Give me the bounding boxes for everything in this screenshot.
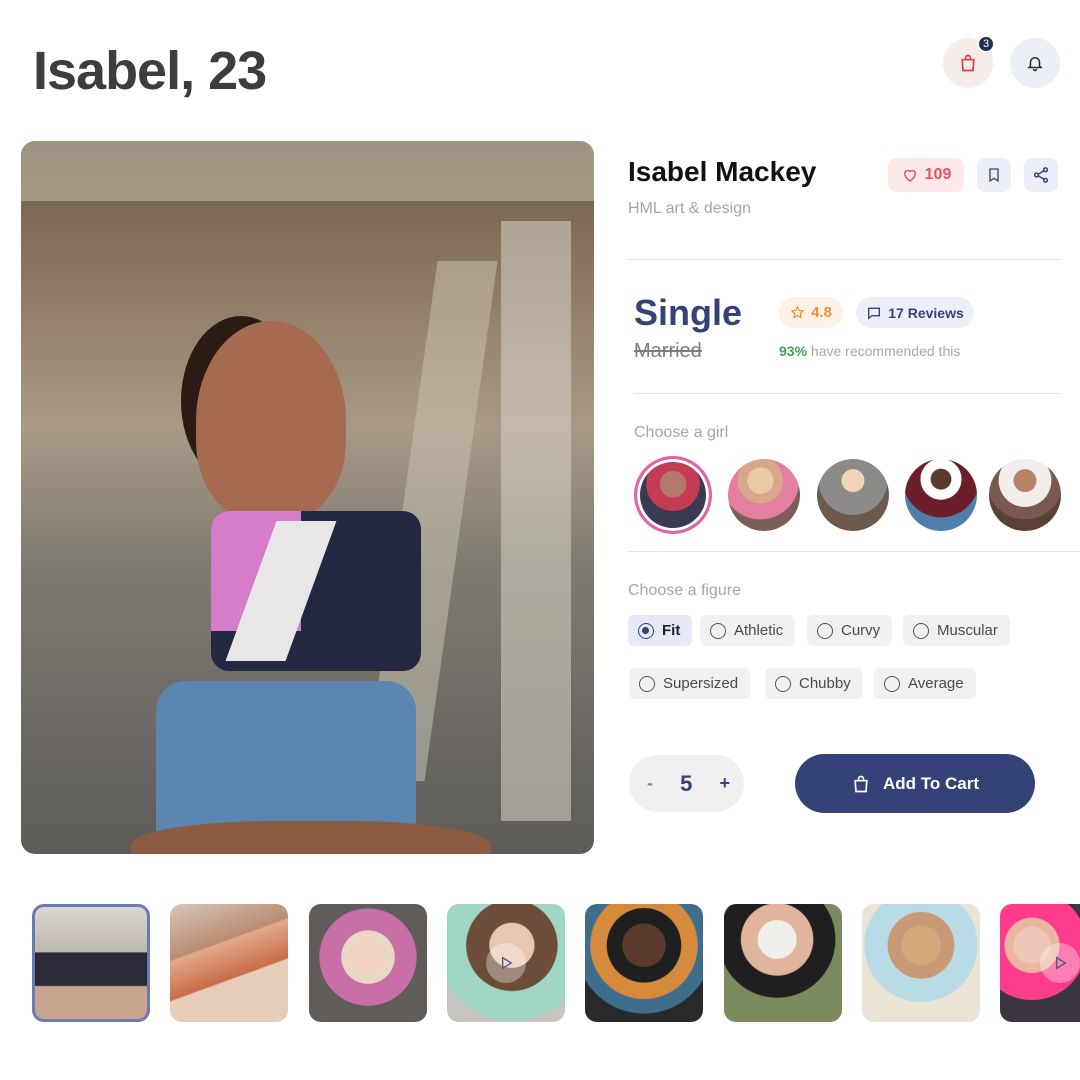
like-button[interactable]: 109 xyxy=(888,158,964,192)
choose-figure-label: Choose a figure xyxy=(628,582,741,599)
rating-value: 4.8 xyxy=(811,304,832,321)
divider xyxy=(628,551,1080,552)
figure-option-label: Chubby xyxy=(799,675,851,692)
quantity-value: 5 xyxy=(680,770,693,796)
quantity-stepper: - 5 + xyxy=(629,755,744,812)
recommend-label: have recommended this xyxy=(810,343,961,359)
status-current: Single xyxy=(634,292,743,333)
reviews-button[interactable]: 17 Reviews xyxy=(856,297,974,328)
figure-option-athletic[interactable]: Athletic xyxy=(700,615,796,646)
play-icon xyxy=(502,956,513,970)
decrement-button[interactable]: - xyxy=(647,773,653,794)
add-to-cart-label: Add To Cart xyxy=(882,773,979,793)
radio-selected-icon xyxy=(638,622,654,639)
figure-option-muscular[interactable]: Muscular xyxy=(903,615,1010,646)
divider xyxy=(628,259,1060,260)
girl-option[interactable] xyxy=(989,459,1061,531)
radio-icon xyxy=(639,675,655,692)
gallery-thumbnail[interactable] xyxy=(32,904,150,1022)
divider xyxy=(634,393,1060,394)
figure-option-label: Supersized xyxy=(663,675,739,692)
shopping-bag-icon xyxy=(854,775,868,792)
figure-option-label: Curvy xyxy=(841,622,881,639)
gallery-thumbnail[interactable] xyxy=(862,904,980,1022)
profile-name: Isabel Mackey xyxy=(628,156,817,187)
radio-icon xyxy=(710,622,726,639)
profile-subtitle: HML art & design xyxy=(628,200,752,217)
play-button[interactable] xyxy=(486,943,526,983)
reviews-count: 17 Reviews xyxy=(888,304,964,321)
gallery-thumbnail[interactable] xyxy=(585,904,703,1022)
bookmark-icon xyxy=(989,168,999,183)
gallery-thumbnail[interactable] xyxy=(309,904,427,1022)
chat-icon xyxy=(868,307,881,320)
increment-button[interactable]: + xyxy=(719,773,730,794)
share-icon xyxy=(1033,167,1049,183)
cart-button[interactable]: 3 xyxy=(943,35,995,88)
heart-icon xyxy=(903,169,916,182)
shopping-bag-icon xyxy=(961,54,975,72)
share-button[interactable] xyxy=(1024,158,1058,192)
status-previous: Married xyxy=(634,340,702,362)
star-icon xyxy=(790,305,805,319)
figure-option-label: Fit xyxy=(662,622,681,639)
girl-option[interactable] xyxy=(905,459,977,531)
bell-icon xyxy=(1027,57,1043,72)
figure-option-fit[interactable]: Fit xyxy=(628,615,693,646)
gallery-thumbnail[interactable] xyxy=(170,904,288,1022)
girl-option[interactable] xyxy=(728,459,800,531)
choose-girl-label: Choose a girl xyxy=(634,424,729,441)
play-icon xyxy=(1056,956,1067,970)
radio-icon xyxy=(817,622,833,639)
like-count: 109 xyxy=(924,166,952,183)
page-title: Isabel, 23 xyxy=(33,41,267,101)
figure-option-average[interactable]: Average xyxy=(874,668,976,699)
gallery-thumbnail[interactable] xyxy=(447,904,565,1022)
main-product-photo xyxy=(21,141,594,854)
radio-icon xyxy=(884,675,900,692)
gallery-thumbnail[interactable] xyxy=(724,904,842,1022)
figure-option-label: Muscular xyxy=(937,622,998,639)
cart-count-badge: 3 xyxy=(977,35,995,53)
figure-option-supersized[interactable]: Supersized xyxy=(629,668,751,699)
gallery-thumbnail[interactable] xyxy=(1000,904,1080,1022)
radio-icon xyxy=(913,622,929,639)
figure-option-chubby[interactable]: Chubby xyxy=(765,668,863,699)
bookmark-button[interactable] xyxy=(977,158,1011,192)
figure-option-label: Average xyxy=(908,675,964,692)
recommend-text: 93% have recommended this xyxy=(779,343,960,359)
play-button[interactable] xyxy=(1040,943,1080,983)
notifications-button[interactable] xyxy=(1010,38,1060,88)
girl-option[interactable] xyxy=(817,459,889,531)
girl-option[interactable] xyxy=(634,456,712,534)
recommend-percent: 93% xyxy=(779,343,808,359)
radio-icon xyxy=(775,675,791,692)
figure-option-curvy[interactable]: Curvy xyxy=(807,615,893,646)
rating-badge: 4.8 xyxy=(779,297,843,328)
add-to-cart-button[interactable]: Add To Cart xyxy=(795,754,1035,813)
figure-option-label: Athletic xyxy=(734,622,784,639)
